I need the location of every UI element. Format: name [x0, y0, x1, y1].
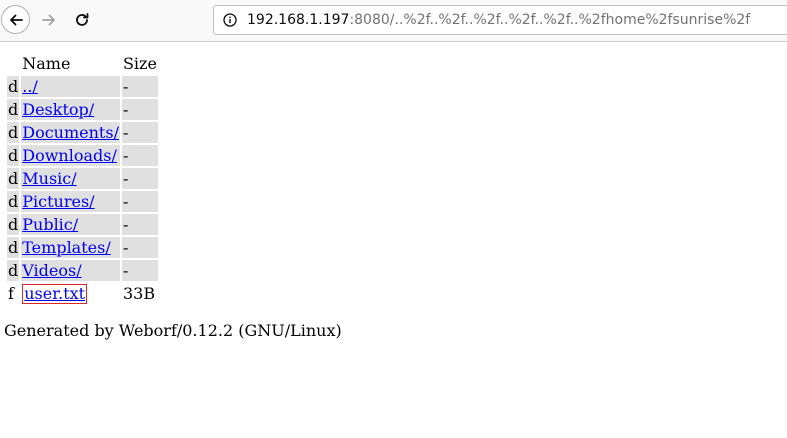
entry-size: -	[121, 237, 158, 258]
page-content: Name Size d ../ - d Desktop/ - d Documen…	[0, 41, 787, 438]
arrow-left-icon	[9, 14, 23, 25]
entry-size: -	[121, 145, 158, 166]
entry-type: d	[7, 99, 20, 120]
name-column-header: Name	[22, 54, 71, 73]
entry-size: 33B	[122, 284, 156, 303]
entry-name-cell: Pictures/	[21, 191, 120, 212]
entry-type: d	[7, 214, 20, 235]
arrow-right-icon	[41, 14, 55, 25]
address-bar[interactable]: 192.168.1.197:8080/..%2f..%2f..%2f..%2f.…	[213, 5, 787, 35]
entry-link[interactable]: ../	[22, 77, 38, 96]
size-column-header: Size	[122, 54, 157, 73]
table-row: d Public/ -	[7, 214, 158, 235]
entry-link[interactable]: Videos/	[22, 261, 81, 280]
entry-name-cell: ../	[21, 76, 120, 97]
type-column-header	[7, 53, 19, 74]
url-text[interactable]: 192.168.1.197:8080/..%2f..%2f..%2f..%2f.…	[247, 6, 750, 34]
table-row: d Pictures/ -	[7, 191, 158, 212]
entry-type: d	[7, 76, 20, 97]
entry-type: f	[8, 284, 14, 303]
entry-size: -	[121, 76, 158, 97]
entry-link[interactable]: Downloads/	[22, 146, 117, 165]
entry-link[interactable]: Music/	[22, 169, 76, 188]
entry-size: -	[121, 122, 158, 143]
entry-name-cell: Music/	[21, 168, 120, 189]
entry-link[interactable]: Documents/	[22, 123, 119, 142]
back-button[interactable]	[1, 5, 30, 34]
table-row: d Desktop/ -	[7, 99, 158, 120]
entry-size: -	[121, 99, 158, 120]
entry-type: d	[7, 168, 20, 189]
forward-button[interactable]	[34, 5, 63, 34]
entry-link[interactable]: Desktop/	[22, 100, 94, 119]
reload-button[interactable]	[67, 5, 96, 34]
highlight-box: user.txt	[22, 284, 88, 304]
entry-type: d	[7, 237, 20, 258]
entry-name-cell: Desktop/	[21, 99, 120, 120]
table-header-row: Name Size	[7, 53, 158, 74]
entry-size: -	[121, 168, 158, 189]
reload-icon	[75, 12, 88, 26]
entry-type: d	[7, 191, 20, 212]
entry-name-cell: Downloads/	[21, 145, 120, 166]
entry-type: d	[7, 260, 20, 281]
entry-name-cell: user.txt	[21, 283, 120, 304]
info-icon[interactable]	[223, 13, 237, 27]
entry-name-cell: Videos/	[21, 260, 120, 281]
entry-name-cell: Templates/	[21, 237, 120, 258]
url-host: 192.168.1.197	[247, 12, 350, 28]
server-signature: Generated by Weborf/0.12.2 (GNU/Linux)	[4, 321, 342, 340]
table-row: d Documents/ -	[7, 122, 158, 143]
entry-name-cell: Documents/	[21, 122, 120, 143]
entry-size: -	[121, 214, 158, 235]
table-row: d ../ -	[7, 76, 158, 97]
table-row: d Downloads/ -	[7, 145, 158, 166]
table-row: d Templates/ -	[7, 237, 158, 258]
file-listing-table: Name Size d ../ - d Desktop/ - d Documen…	[5, 51, 160, 306]
entry-link[interactable]: Pictures/	[22, 192, 94, 211]
browser-toolbar: 192.168.1.197:8080/..%2f..%2f..%2f..%2f.…	[0, 0, 787, 42]
entry-size: -	[121, 191, 158, 212]
table-row: d Videos/ -	[7, 260, 158, 281]
entry-type: d	[7, 122, 20, 143]
url-path: :8080/..%2f..%2f..%2f..%2f..%2f..%2fhome…	[349, 12, 751, 28]
entry-link[interactable]: Templates/	[22, 238, 110, 257]
entry-link[interactable]: user.txt	[24, 284, 85, 303]
table-row: d Music/ -	[7, 168, 158, 189]
entry-link[interactable]: Public/	[22, 215, 78, 234]
entry-type: d	[7, 145, 20, 166]
entry-size: -	[121, 260, 158, 281]
table-row: f user.txt 33B	[7, 283, 158, 304]
entry-name-cell: Public/	[21, 214, 120, 235]
